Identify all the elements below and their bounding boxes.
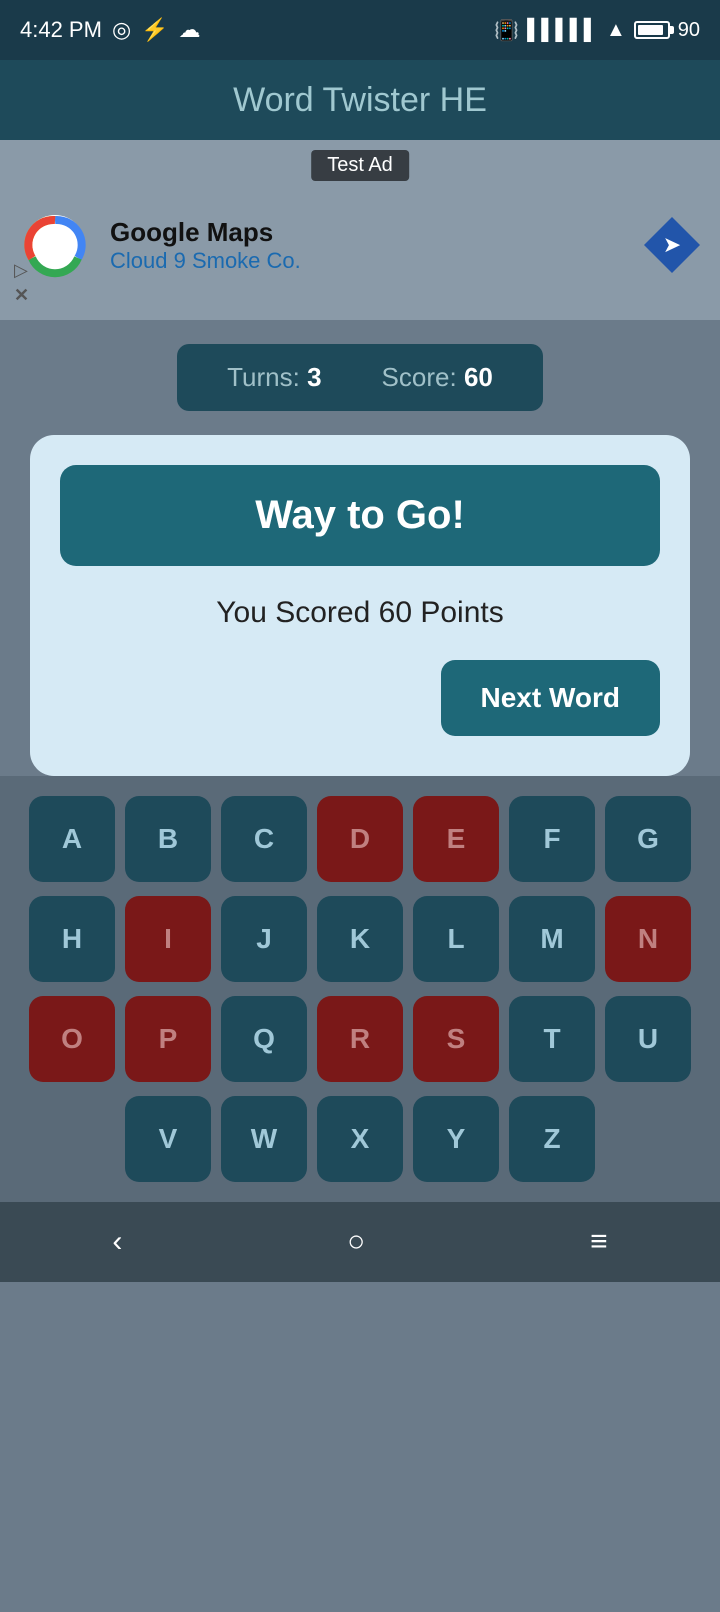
- battery-level: 90: [678, 19, 700, 42]
- ad-controls: ▷ ✕: [14, 260, 29, 306]
- dialog-title: Way to Go!: [255, 493, 465, 538]
- ad-company-name: Google Maps: [110, 217, 301, 248]
- whatsapp-icon: ◎: [112, 17, 131, 43]
- key-y[interactable]: Y: [413, 1096, 499, 1182]
- key-b[interactable]: B: [125, 796, 211, 882]
- app-title: Word Twister HE: [233, 81, 487, 120]
- key-l[interactable]: L: [413, 896, 499, 982]
- ad-play-icon[interactable]: ▷: [14, 260, 29, 281]
- key-n[interactable]: N: [605, 896, 691, 982]
- ad-subtitle: Cloud 9 Smoke Co.: [110, 248, 301, 274]
- cloud-icon: ☁: [179, 17, 201, 43]
- key-x[interactable]: X: [317, 1096, 403, 1182]
- dialog-score-text: You Scored 60 Points: [60, 596, 660, 630]
- keyboard-section: ABCDEFG HIJKLMN OPQRSTU VWXYZ: [0, 776, 720, 1202]
- home-button[interactable]: ○: [317, 1215, 395, 1269]
- key-j[interactable]: J: [221, 896, 307, 982]
- key-f[interactable]: F: [509, 796, 595, 882]
- vibrate-icon: 📳: [494, 18, 519, 43]
- ad-text-block: Google Maps Cloud 9 Smoke Co.: [110, 217, 301, 274]
- dialog-actions: Next Word: [60, 660, 660, 736]
- status-right: 📳 ▌▌▌▌▌ ▲ 90: [494, 18, 700, 43]
- key-g[interactable]: G: [605, 796, 691, 882]
- next-word-button[interactable]: Next Word: [441, 660, 661, 736]
- key-c[interactable]: C: [221, 796, 307, 882]
- key-e[interactable]: E: [413, 796, 499, 882]
- status-left: 4:42 PM ◎ ⚡ ☁: [20, 17, 201, 43]
- score-display: Score: 60: [382, 362, 493, 393]
- nav-bar: ‹ ○ ≡: [0, 1202, 720, 1282]
- ad-content: Google Maps Cloud 9 Smoke Co.: [20, 210, 301, 280]
- keyboard-row-1: HIJKLMN: [10, 896, 710, 982]
- key-t[interactable]: T: [509, 996, 595, 1082]
- result-dialog: Way to Go! You Scored 60 Points Next Wor…: [30, 435, 690, 776]
- key-u[interactable]: U: [605, 996, 691, 1082]
- score-bar: Turns: 3 Score: 60: [0, 320, 720, 435]
- status-bar: 4:42 PM ◎ ⚡ ☁ 📳 ▌▌▌▌▌ ▲ 90: [0, 0, 720, 60]
- wifi-icon: ▲: [606, 19, 626, 42]
- menu-button[interactable]: ≡: [560, 1215, 638, 1269]
- ad-arrow-icon[interactable]: ➤: [644, 217, 700, 273]
- keyboard-row-0: ABCDEFG: [10, 796, 710, 882]
- usb-icon: ⚡: [141, 17, 168, 43]
- dialog-title-box: Way to Go!: [60, 465, 660, 566]
- ad-label: Test Ad: [311, 150, 409, 181]
- time-display: 4:42 PM: [20, 17, 102, 43]
- key-k[interactable]: K: [317, 896, 403, 982]
- keyboard-row-3: VWXYZ: [10, 1096, 710, 1182]
- app-header: Word Twister HE: [0, 60, 720, 140]
- ad-banner[interactable]: Test Ad Google Maps Cloud 9 Smoke Co. ➤ …: [0, 140, 720, 320]
- key-w[interactable]: W: [221, 1096, 307, 1182]
- ad-close-icon[interactable]: ✕: [14, 285, 29, 306]
- turns-display: Turns: 3: [227, 362, 321, 393]
- back-button[interactable]: ‹: [82, 1215, 152, 1269]
- key-q[interactable]: Q: [221, 996, 307, 1082]
- key-i[interactable]: I: [125, 896, 211, 982]
- key-z[interactable]: Z: [509, 1096, 595, 1182]
- score-box: Turns: 3 Score: 60: [177, 344, 543, 411]
- key-r[interactable]: R: [317, 996, 403, 1082]
- key-p[interactable]: P: [125, 996, 211, 1082]
- google-logo-icon: [20, 210, 90, 280]
- key-m[interactable]: M: [509, 896, 595, 982]
- key-h[interactable]: H: [29, 896, 115, 982]
- key-o[interactable]: O: [29, 996, 115, 1082]
- signal-icon: ▌▌▌▌▌: [527, 19, 598, 42]
- key-a[interactable]: A: [29, 796, 115, 882]
- key-s[interactable]: S: [413, 996, 499, 1082]
- battery-icon: [634, 21, 670, 39]
- keyboard-row-2: OPQRSTU: [10, 996, 710, 1082]
- dialog-overlay: Way to Go! You Scored 60 Points Next Wor…: [0, 435, 720, 776]
- key-d[interactable]: D: [317, 796, 403, 882]
- key-v[interactable]: V: [125, 1096, 211, 1182]
